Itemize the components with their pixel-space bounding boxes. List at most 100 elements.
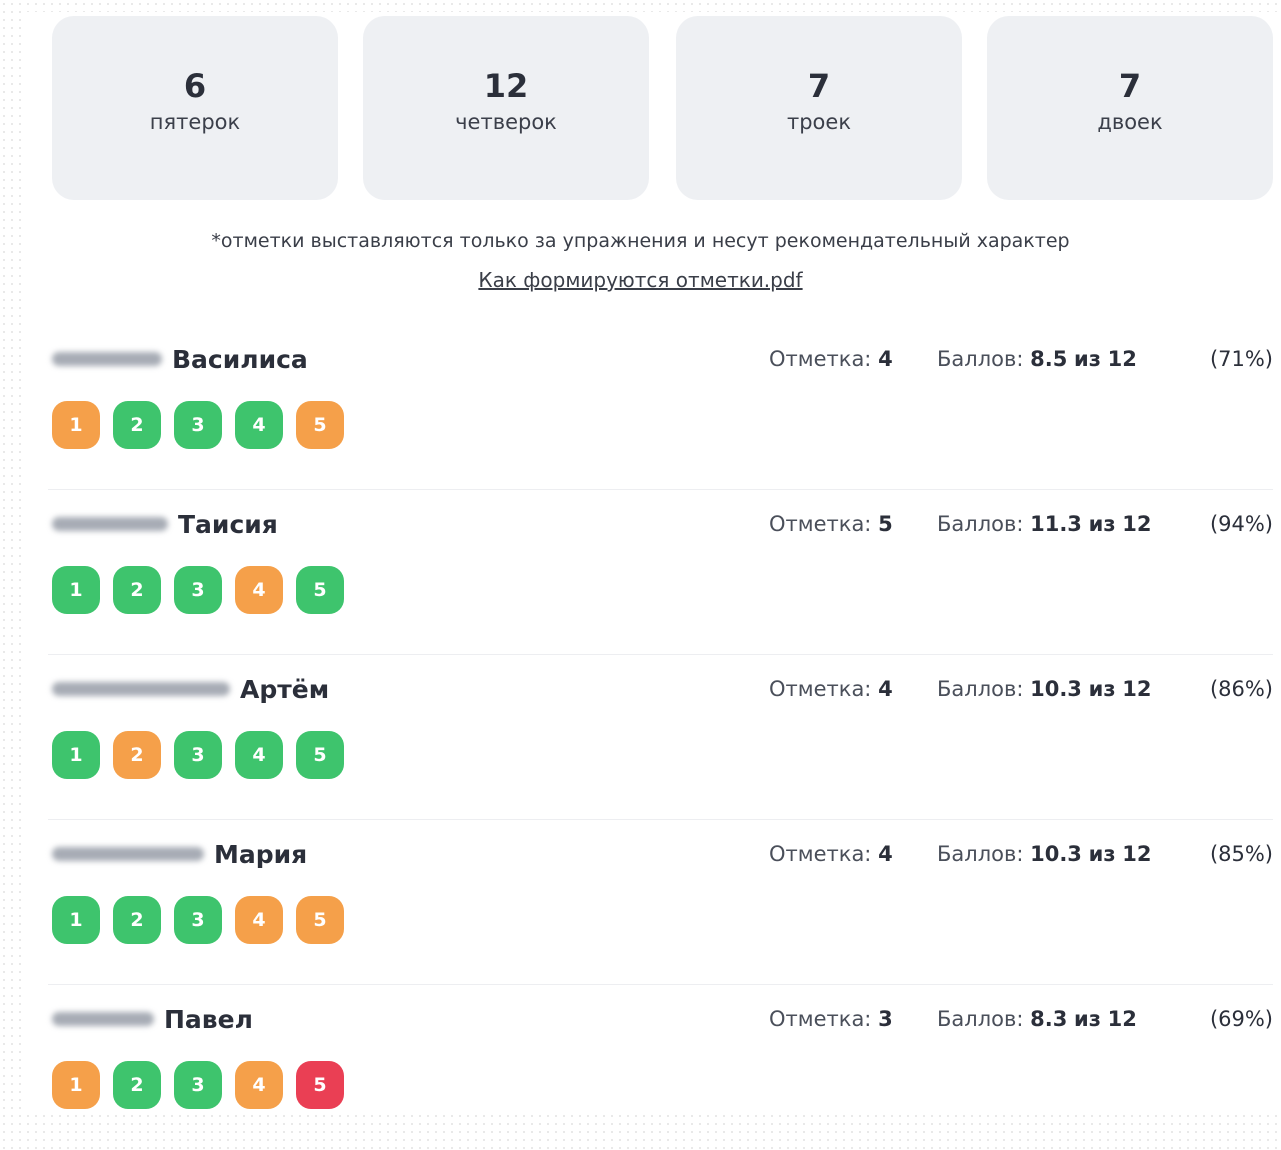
task-chips: 12345 [52, 566, 357, 614]
grade-value: 3 [878, 1007, 893, 1031]
grade-info: Отметка: 4 [769, 842, 893, 866]
student-row: Таисия Отметка: 5 Баллов: 11.3 из 12 (94… [0, 490, 1281, 655]
task-chip[interactable]: 4 [235, 731, 283, 779]
stat-card-twos: 7 двоек [987, 16, 1273, 200]
grade-label: Отметка: [769, 512, 872, 536]
stat-card-threes: 7 троек [676, 16, 962, 200]
score-info: Баллов: 10.3 из 12 [937, 842, 1151, 866]
score-percent: (69%) [1209, 1007, 1273, 1031]
grade-info: Отметка: 5 [769, 512, 893, 536]
task-chip[interactable]: 5 [296, 896, 344, 944]
grade-info: Отметка: 3 [769, 1007, 893, 1031]
student-name: Василиса [52, 341, 308, 377]
stat-count: 12 [483, 67, 529, 105]
task-chip[interactable]: 1 [52, 401, 100, 449]
task-chip[interactable]: 5 [296, 731, 344, 779]
task-chip[interactable]: 4 [235, 566, 283, 614]
score-info: Баллов: 8.5 из 12 [937, 347, 1137, 371]
stat-count: 7 [807, 67, 831, 105]
score-percent: (71%) [1209, 347, 1273, 371]
task-chips: 12345 [52, 401, 357, 449]
grade-value: 4 [878, 677, 893, 701]
stat-count: 7 [1118, 67, 1142, 105]
score-max: 12 [1122, 677, 1152, 701]
student-name: Таисия [52, 506, 278, 542]
grading-pdf-link[interactable]: Как формируются отметки.pdf [478, 268, 802, 292]
task-chip[interactable]: 5 [296, 401, 344, 449]
task-chip[interactable]: 2 [113, 401, 161, 449]
stat-label: троек [786, 110, 851, 134]
score-info: Баллов: 8.3 из 12 [937, 1007, 1137, 1031]
score-of: из [1074, 347, 1101, 371]
task-chips: 12345 [52, 731, 357, 779]
score-value: 10.3 [1030, 842, 1082, 866]
task-chip[interactable]: 3 [174, 731, 222, 779]
grade-label: Отметка: [769, 677, 872, 701]
score-percent: (86%) [1209, 677, 1273, 701]
grade-info: Отметка: 4 [769, 677, 893, 701]
student-first-name: Артём [240, 674, 330, 704]
task-chip[interactable]: 2 [113, 896, 161, 944]
student-row: Мария Отметка: 4 Баллов: 10.3 из 12 (85%… [0, 820, 1281, 985]
score-of: из [1088, 842, 1116, 866]
task-chip[interactable]: 3 [174, 1061, 222, 1109]
task-chip[interactable]: 4 [235, 1061, 283, 1109]
score-info: Баллов: 11.3 из 12 [937, 512, 1151, 536]
stat-count: 6 [183, 67, 207, 105]
score-max: 12 [1122, 842, 1152, 866]
stat-card-fours: 12 четверок [363, 16, 649, 200]
grade-info: Отметка: 4 [769, 347, 893, 371]
pdf-link-row: Как формируются отметки.pdf [0, 268, 1281, 292]
grade-value: 4 [878, 842, 893, 866]
task-chip[interactable]: 2 [113, 566, 161, 614]
task-chip[interactable]: 2 [113, 1061, 161, 1109]
blurred-surname [52, 352, 162, 366]
score-value: 10.3 [1030, 677, 1082, 701]
grade-value: 5 [878, 512, 893, 536]
blurred-surname [52, 847, 204, 861]
student-first-name: Павел [164, 1004, 253, 1034]
grade-value: 4 [878, 347, 893, 371]
score-of: из [1074, 1007, 1101, 1031]
task-chip[interactable]: 4 [235, 896, 283, 944]
student-row: Василиса Отметка: 4 Баллов: 8.5 из 12 (7… [0, 325, 1281, 490]
score-value: 8.5 [1030, 347, 1068, 371]
score-value: 8.3 [1030, 1007, 1068, 1031]
blurred-surname [52, 682, 230, 696]
task-chip[interactable]: 1 [52, 896, 100, 944]
stat-label: четверок [455, 110, 557, 134]
score-percent: (94%) [1209, 512, 1273, 536]
grading-note: *отметки выставляются только за упражнен… [211, 230, 1070, 252]
student-first-name: Василиса [172, 344, 308, 374]
score-label: Баллов: [937, 512, 1024, 536]
grade-label: Отметка: [769, 347, 872, 371]
task-chip[interactable]: 5 [296, 566, 344, 614]
grade-label: Отметка: [769, 842, 872, 866]
task-chip[interactable]: 5 [296, 1061, 344, 1109]
score-max: 12 [1107, 347, 1137, 371]
score-label: Баллов: [937, 1007, 1024, 1031]
task-chip[interactable]: 2 [113, 731, 161, 779]
task-chip[interactable]: 4 [235, 401, 283, 449]
stat-label: пятерок [149, 110, 241, 134]
student-row: Артём Отметка: 4 Баллов: 10.3 из 12 (86%… [0, 655, 1281, 820]
stat-label: двоек [1097, 110, 1163, 134]
task-chip[interactable]: 1 [52, 1061, 100, 1109]
task-chip[interactable]: 1 [52, 566, 100, 614]
task-chip[interactable]: 3 [174, 896, 222, 944]
score-of: из [1088, 512, 1116, 536]
score-of: из [1088, 677, 1116, 701]
blurred-surname [52, 1012, 154, 1026]
task-chip[interactable]: 3 [174, 401, 222, 449]
task-chips: 12345 [52, 1061, 357, 1109]
score-max: 12 [1107, 1007, 1137, 1031]
student-name: Артём [52, 671, 329, 707]
score-label: Баллов: [937, 677, 1024, 701]
grade-label: Отметка: [769, 1007, 872, 1031]
task-chip[interactable]: 1 [52, 731, 100, 779]
student-row: Павел Отметка: 3 Баллов: 8.3 из 12 (69%)… [0, 985, 1281, 1150]
blurred-surname [52, 517, 168, 531]
task-chip[interactable]: 3 [174, 566, 222, 614]
score-max: 12 [1122, 512, 1152, 536]
student-first-name: Мария [214, 839, 308, 869]
